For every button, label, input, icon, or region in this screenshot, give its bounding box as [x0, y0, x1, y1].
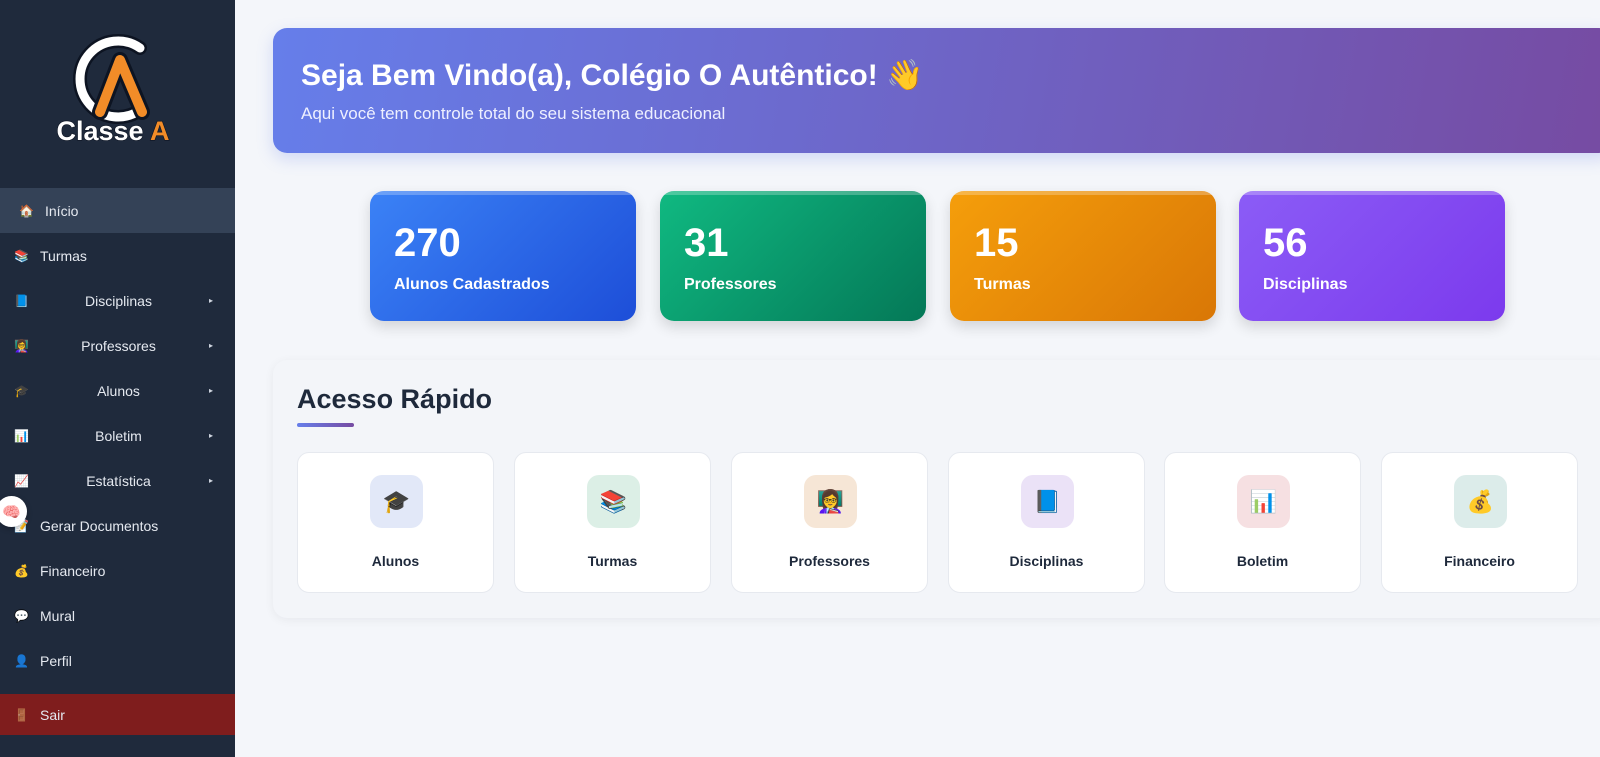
quick-card-professores[interactable]: 👩‍🏫 Professores [731, 452, 928, 593]
sidebar-item-alunos[interactable]: 🎓 Alunos ▸ [0, 368, 235, 413]
sidebar-item-label: Mural [40, 607, 76, 624]
stat-card-alunos[interactable]: 270 Alunos Cadastrados [370, 191, 636, 321]
stat-value: 270 [394, 221, 461, 265]
submenu-caret-icon: ▸ [209, 431, 214, 440]
submenu-caret-icon: ▸ [209, 386, 214, 395]
stat-card-turmas[interactable]: 15 Turmas [950, 191, 1216, 321]
sidebar-item-label: Perfil [40, 652, 72, 669]
sidebar-item-label: Início [45, 202, 79, 219]
stat-value: 56 [1263, 221, 1308, 265]
sidebar-item-inicio[interactable]: 🏠 Início [0, 188, 235, 233]
teacher-icon: 👩‍🏫 [804, 475, 857, 528]
stat-label: Turmas [974, 276, 1031, 293]
quick-access-title: Acesso Rápido [297, 384, 493, 414]
welcome-subtitle: Aqui você tem controle total do seu sist… [301, 104, 726, 123]
stat-card-professores[interactable]: 31 Professores [660, 191, 926, 321]
logout-label: Sair [40, 706, 65, 723]
quick-card-label: Boletim [1236, 553, 1289, 569]
sidebar-item-label: Alunos [97, 382, 140, 399]
welcome-title: Seja Bem Vindo(a), Colégio O Autêntico! … [301, 59, 924, 92]
sidebar-item-boletim[interactable]: 📊 Boletim ▸ [0, 413, 235, 458]
books-icon: 📚 [14, 248, 29, 263]
sidebar-item-professores[interactable]: 👩‍🏫 Professores ▸ [0, 323, 235, 368]
sidebar-item-label: Turmas [40, 247, 87, 264]
sidebar-item-label: Disciplinas [85, 292, 152, 309]
sidebar-item-financeiro[interactable]: 💰 Financeiro [0, 548, 235, 593]
stat-label: Professores [684, 276, 777, 293]
sidebar-item-label: Boletim [95, 427, 142, 444]
quick-card-label: Alunos [371, 553, 420, 569]
sidebar-item-estatistica[interactable]: 📈 Estatística ▸ [0, 458, 235, 503]
quick-card-label: Disciplinas [1009, 553, 1084, 569]
bar-chart-icon: 📊 [1237, 475, 1290, 528]
books-icon: 📚 [587, 475, 640, 528]
quick-card-boletim[interactable]: 📊 Boletim [1164, 452, 1361, 593]
stat-value: 15 [974, 221, 1019, 265]
graduation-cap-icon: 🎓 [370, 475, 423, 528]
sidebar-item-gerar-documentos[interactable]: 📝 Gerar Documentos [0, 503, 235, 548]
quick-card-disciplinas[interactable]: 📘 Disciplinas [948, 452, 1145, 593]
welcome-banner: Seja Bem Vindo(a), Colégio O Autêntico! … [273, 28, 1600, 153]
submenu-caret-icon: ▸ [209, 296, 214, 305]
quick-access-panel: Acesso Rápido 🎓 Alunos 📚 Turmas 👩‍🏫 Professor… [273, 360, 1600, 618]
sidebar-item-label: Gerar Documentos [40, 517, 159, 534]
stat-card-disciplinas[interactable]: 56 Disciplinas [1239, 191, 1505, 321]
money-bag-icon: 💰 [1454, 475, 1507, 528]
door-icon: 🚪 [14, 707, 29, 722]
stat-label: Alunos Cadastrados [394, 276, 550, 293]
user-icon: 👤 [14, 653, 29, 668]
quick-card-financeiro[interactable]: 💰 Financeiro [1381, 452, 1578, 593]
stat-value: 31 [684, 221, 729, 265]
logout-button[interactable]: 🚪 Sair [0, 694, 235, 735]
sidebar-item-label: Estatística [86, 472, 151, 489]
blue-book-icon: 📘 [1021, 475, 1074, 528]
sidebar: Classe A 🏠 Início 📚 Turmas 📘 Disciplinas ▸ 👩‍🏫 P… [0, 0, 235, 757]
sidebar-item-label: Financeiro [40, 562, 106, 579]
sidebar-item-perfil[interactable]: 👤 Perfil [0, 638, 235, 683]
svg-text:Classe A: Classe A [56, 116, 169, 146]
sidebar-item-disciplinas[interactable]: 📘 Disciplinas ▸ [0, 278, 235, 323]
quick-card-turmas[interactable]: 📚 Turmas [514, 452, 711, 593]
house-icon: 🏠 [19, 203, 34, 218]
sidebar-item-mural[interactable]: 💬 Mural [0, 593, 235, 638]
quick-card-label: Professores [789, 553, 870, 569]
stat-label: Disciplinas [1263, 276, 1348, 293]
brain-icon: 🧠 [2, 503, 21, 521]
sidebar-item-label: Professores [81, 337, 156, 354]
classe-a-logo[interactable]: Classe A [48, 26, 178, 151]
money-bag-icon: 💰 [14, 563, 29, 578]
submenu-caret-icon: ▸ [209, 476, 214, 485]
quick-card-label: Financeiro [1444, 553, 1515, 569]
quick-card-alunos[interactable]: 🎓 Alunos [297, 452, 494, 593]
quick-card-label: Turmas [587, 553, 638, 569]
speech-bubble-icon: 💬 [14, 608, 29, 623]
submenu-caret-icon: ▸ [209, 341, 214, 350]
sidebar-item-turmas[interactable]: 📚 Turmas [0, 233, 235, 278]
title-underline [297, 423, 354, 427]
sidebar-nav: 🏠 Início 📚 Turmas 📘 Disciplinas ▸ 👩‍🏫 Professore… [0, 188, 235, 683]
